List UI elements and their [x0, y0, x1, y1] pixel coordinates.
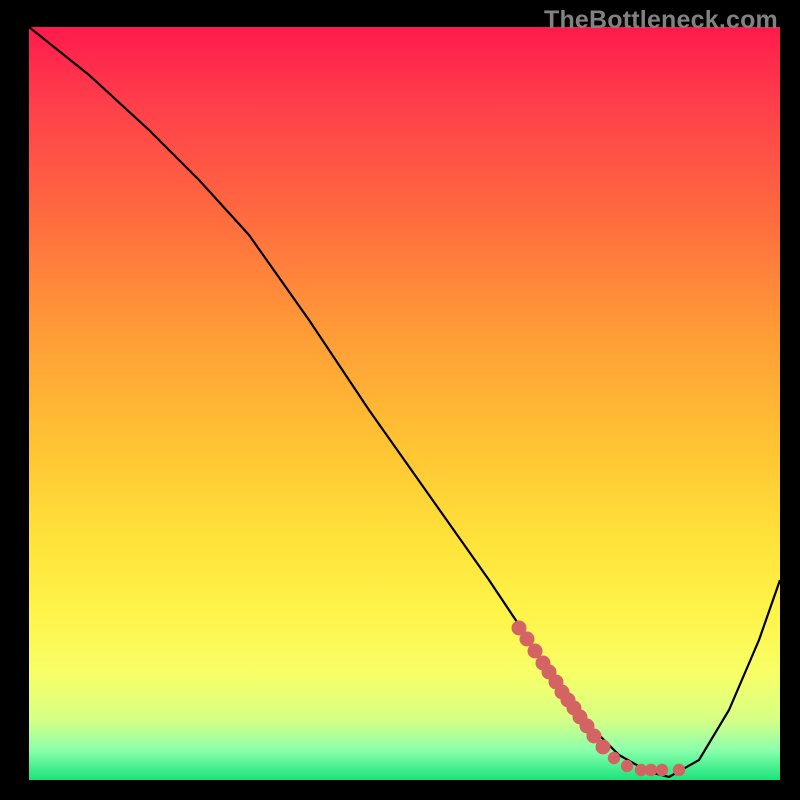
data-point — [596, 740, 611, 755]
data-point — [673, 764, 685, 776]
data-point — [645, 764, 657, 776]
data-points-group — [512, 621, 686, 777]
chart-svg-layer — [29, 27, 780, 780]
bottleneck-curve — [29, 27, 780, 777]
data-point — [608, 752, 620, 764]
data-point — [656, 764, 668, 776]
data-point — [621, 760, 633, 772]
